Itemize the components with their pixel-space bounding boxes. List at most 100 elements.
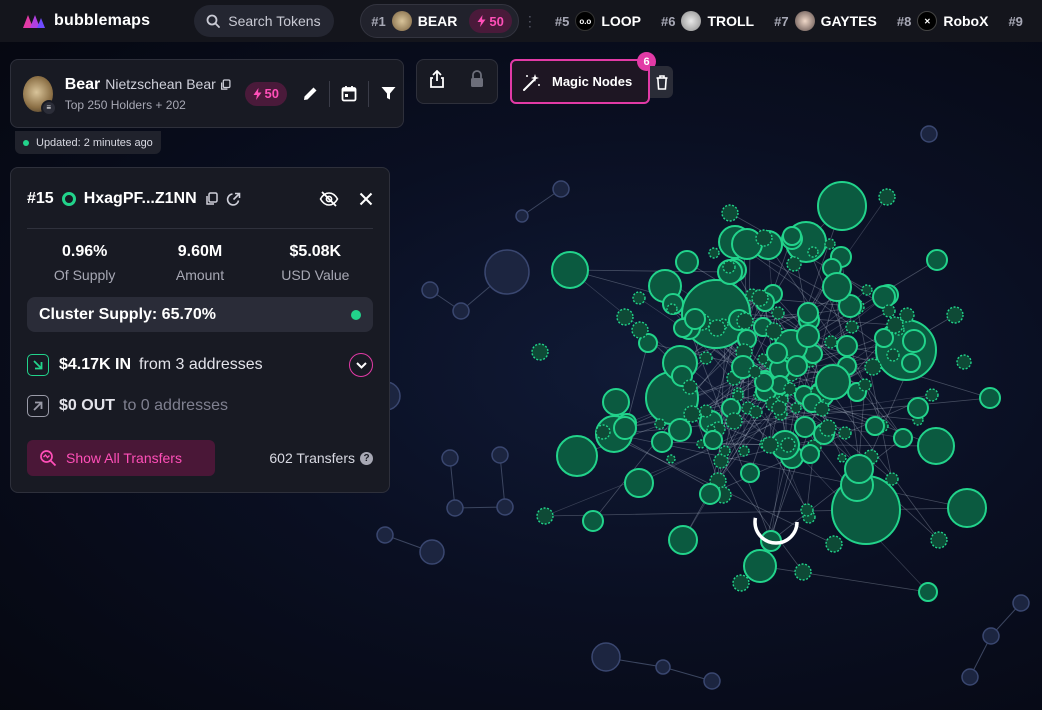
edit-button[interactable] (295, 79, 325, 109)
holder-bubble[interactable] (946, 306, 964, 324)
holder-bubble[interactable] (786, 256, 802, 272)
wallet-bubble[interactable] (515, 209, 529, 223)
holder-bubble[interactable] (708, 247, 720, 259)
holder-bubble[interactable] (765, 322, 783, 340)
holder-bubble[interactable] (531, 343, 549, 361)
holder-bubble[interactable] (800, 503, 814, 517)
holder-bubble[interactable] (708, 319, 726, 337)
holder-bubble[interactable] (814, 401, 830, 417)
holder-bubble[interactable] (925, 388, 939, 402)
holder-bubble[interactable] (800, 444, 820, 464)
holder-bubble[interactable] (979, 387, 1001, 409)
holder-bubble[interactable] (713, 453, 729, 469)
holder-bubble[interactable] (807, 246, 819, 258)
holder-bubble[interactable] (858, 378, 872, 392)
holder-bubble[interactable] (822, 272, 852, 302)
holder-bubble[interactable] (917, 427, 955, 465)
wallet-bubble[interactable] (376, 526, 394, 544)
holder-bubble[interactable] (703, 430, 723, 450)
holder-bubble[interactable] (736, 312, 754, 330)
holder-bubble[interactable] (719, 445, 731, 457)
wallet-bubble[interactable] (496, 498, 514, 516)
holder-bubble[interactable] (682, 379, 698, 395)
holder-bubble[interactable] (666, 454, 676, 464)
external-link-icon[interactable] (226, 192, 241, 207)
holder-bubble[interactable] (886, 348, 900, 362)
holder-bubble[interactable] (751, 289, 769, 307)
brand[interactable]: bubblemaps (22, 12, 150, 30)
holder-bubble[interactable] (893, 428, 913, 448)
holder-bubble[interactable] (837, 453, 847, 463)
holder-bubble[interactable] (790, 402, 802, 414)
holder-bubble[interactable] (771, 306, 785, 320)
wallet-bubble[interactable] (982, 627, 1000, 645)
holder-bubble[interactable] (899, 307, 915, 323)
wallet-bubble[interactable] (552, 180, 570, 198)
holder-bubble[interactable] (838, 426, 852, 440)
holder-bubble[interactable] (748, 365, 762, 379)
wallet-bubble[interactable] (1012, 594, 1030, 612)
holder-bubble[interactable] (602, 388, 630, 416)
holder-bubble[interactable] (797, 302, 819, 324)
wallet-bubble[interactable] (961, 668, 979, 686)
token-tab-9[interactable]: #9 (998, 4, 1032, 38)
token-tab-gaytes[interactable]: #7 GAYTES (764, 4, 887, 38)
holder-bubble[interactable] (926, 249, 948, 271)
holder-bubble[interactable] (632, 291, 646, 305)
search-tokens-button[interactable]: Search Tokens (194, 5, 335, 37)
holder-bubble[interactable] (930, 531, 948, 549)
holder-bubble[interactable] (699, 404, 713, 418)
holder-bubble[interactable] (819, 419, 837, 437)
holder-bubble[interactable] (956, 354, 972, 370)
holder-bubble[interactable] (683, 405, 701, 423)
holder-bubble[interactable] (865, 416, 885, 436)
holder-bubble[interactable] (749, 405, 763, 419)
token-tab-bear[interactable]: #1 BEAR 50 (360, 4, 519, 38)
holder-bubble[interactable] (666, 303, 678, 315)
holder-bubble[interactable] (885, 472, 899, 486)
holder-bubble[interactable] (761, 436, 779, 454)
holder-bubble[interactable] (796, 324, 820, 348)
holder-bubble[interactable] (582, 510, 604, 532)
holder-bubble[interactable] (755, 229, 773, 247)
holder-bubble[interactable] (886, 316, 904, 334)
share-button[interactable] (429, 69, 445, 93)
holder-bubble[interactable] (878, 188, 896, 206)
wallet-bubble[interactable] (446, 499, 464, 517)
holder-bubble[interactable] (668, 525, 698, 555)
holder-bubble[interactable] (556, 435, 598, 477)
holder-bubble[interactable] (654, 418, 666, 430)
holder-bubble[interactable] (624, 468, 654, 498)
holder-bubble[interactable] (551, 251, 589, 289)
holder-bubble[interactable] (782, 226, 802, 246)
holder-bubble[interactable] (684, 308, 706, 330)
magic-nodes-button[interactable]: Magic Nodes (510, 59, 650, 104)
date-range-button[interactable] (334, 79, 364, 109)
holder-bubble[interactable] (536, 507, 554, 525)
show-all-transfers-button[interactable]: Show All Transfers (27, 440, 215, 476)
wallet-bubble[interactable] (419, 539, 445, 565)
holder-bubble[interactable] (786, 355, 808, 377)
help-icon[interactable]: ? (360, 451, 373, 465)
copy-icon[interactable] (220, 78, 231, 92)
token-tab-robox[interactable]: #8 ✕ RoboX (887, 4, 999, 38)
holder-bubble[interactable] (613, 416, 637, 440)
wallet-bubble[interactable] (655, 659, 671, 675)
holder-bubble[interactable] (651, 431, 673, 453)
holder-bubble[interactable] (738, 445, 750, 457)
wallet-bubble[interactable] (484, 249, 530, 295)
lock-button[interactable] (469, 70, 485, 93)
holder-bubble[interactable] (732, 390, 744, 402)
holder-bubble[interactable] (824, 335, 838, 349)
holder-bubble[interactable] (817, 181, 867, 231)
holder-bubble[interactable] (675, 250, 699, 274)
holder-bubble[interactable] (947, 488, 987, 528)
close-icon[interactable] (359, 192, 373, 206)
holder-bubble[interactable] (699, 351, 713, 365)
holder-bubble[interactable] (815, 364, 851, 400)
holder-bubble[interactable] (902, 329, 926, 353)
copy-icon[interactable] (205, 192, 218, 206)
holder-bubble[interactable] (861, 284, 873, 296)
clear-magic-nodes-button[interactable] (650, 66, 673, 98)
holder-bubble[interactable] (725, 412, 743, 430)
